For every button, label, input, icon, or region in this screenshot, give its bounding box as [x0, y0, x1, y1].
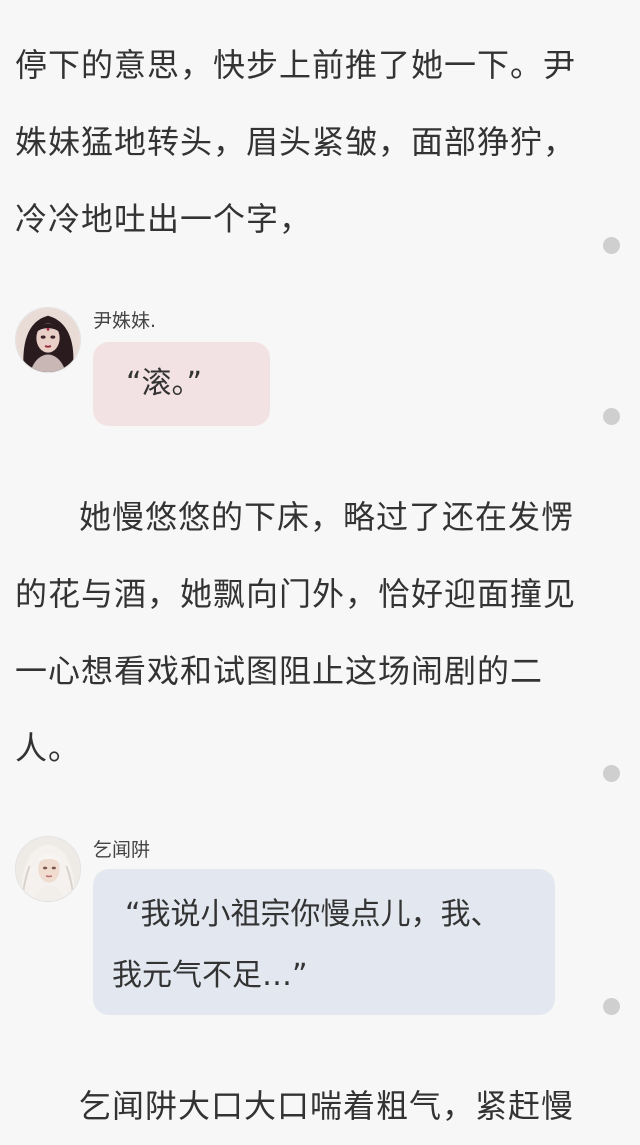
- story-paragraph: 乞闻阱大口大口喘着粗气，紧赶慢: [15, 1068, 585, 1145]
- paragraph-line: 的花与酒，她飘向门外，恰好迎面撞见: [15, 575, 577, 613]
- dialogue-line: “我说小祖宗你慢点儿，我、: [125, 897, 501, 932]
- dialogue-bubble: “滚。”: [93, 342, 270, 426]
- dialogue-bubble: “我说小祖宗你慢点儿，我、 我元气不足…”: [93, 869, 555, 1015]
- story-paragraph: 她慢悠悠的下床，略过了还在发愣 的花与酒，她飘向门外，恰好迎面撞见 一心想看戏和…: [15, 479, 585, 787]
- paragraph-line: 乞闻阱大口大口喘着粗气，紧赶慢: [79, 1087, 575, 1125]
- scroll-indicator-dot: [603, 998, 620, 1015]
- paragraph-line: 姝妹猛地转头，眉头紧皱，面部狰狞，: [15, 123, 577, 161]
- speaker-name: 尹姝妹.: [93, 310, 157, 332]
- story-paragraph: 停下的意思，快步上前推了她一下。尹 姝妹猛地转头，眉头紧皱，面部狰狞， 冷冷地吐…: [15, 27, 585, 258]
- paragraph-line: 人。: [15, 729, 82, 767]
- dialogue-line: 我元气不足…”: [112, 958, 308, 993]
- scroll-indicator-dot: [603, 237, 620, 254]
- paragraph-line: 她慢悠悠的下床，略过了还在发愣: [79, 498, 575, 536]
- paragraph-line: 一心想看戏和试图阻止这场闹剧的二: [15, 652, 544, 690]
- avatar-white-hair-doll-icon: [15, 836, 81, 902]
- speaker-name: 乞闻阱: [93, 839, 151, 861]
- paragraph-line: 停下的意思，快步上前推了她一下。尹: [15, 46, 577, 84]
- paragraph-line: 冷冷地吐出一个字，: [15, 200, 313, 238]
- scroll-indicator-dot: [603, 408, 620, 425]
- scroll-indicator-dot: [603, 765, 620, 782]
- avatar-dark-hair-doll-icon: [15, 307, 81, 373]
- dialogue-line: “滚。”: [126, 366, 203, 401]
